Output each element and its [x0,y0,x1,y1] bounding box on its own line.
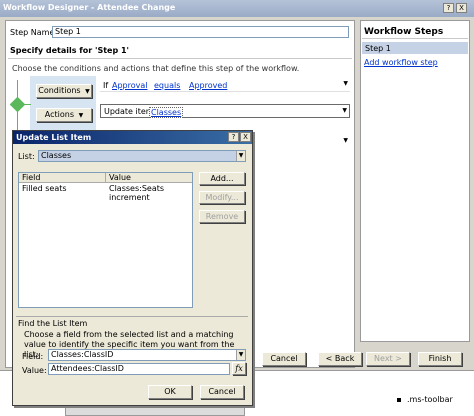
table-header: Field Value [19,173,192,183]
step-name-label: Step Name: [10,28,58,37]
dialog-title-bar[interactable]: Update List Item ? X [13,131,252,144]
conditions-button[interactable]: Conditions ▼ [36,84,92,98]
dialog-cancel-button[interactable]: Cancel [200,385,244,399]
table-row[interactable]: Filled seats Classes:Seats increment [19,184,192,202]
details-heading: Specify details for 'Step 1' [10,46,129,55]
dialog-list-select-value: Classes [41,151,72,160]
condition-menu-arrow-icon[interactable]: ▼ [343,80,348,87]
table-cell-value: Classes:Seats increment [109,184,165,202]
workflow-step-current[interactable]: Step 1 [362,42,468,54]
table-header-value: Value [109,173,131,182]
fx-formula-button[interactable]: fx [232,362,246,375]
condition-operator-link[interactable]: equals [154,81,180,90]
workflow-steps-divider [362,38,468,39]
cancel-button[interactable]: Cancel [262,352,306,366]
table-header-divider [105,173,106,183]
dialog-help-button[interactable]: ? [228,132,239,142]
field-select[interactable]: Classes:ClassID ▼ [48,349,246,361]
actions-button[interactable]: Actions ▼ [36,108,92,122]
finish-button[interactable]: Finish [418,352,462,366]
value-label: Value: [22,366,47,375]
chevron-down-icon: ▼ [85,88,90,95]
action-menu-arrow-icon[interactable]: ▼ [342,107,347,114]
window-title-bar[interactable]: Workflow Designer - Attendee Change ? X [0,0,474,17]
workflow-steps-panel [360,20,470,342]
css-rule-text: .ms-toolbar [407,395,453,404]
modify-button[interactable]: Modify... [199,191,245,204]
action-list-link[interactable]: Classes [149,107,184,118]
window-title: Workflow Designer - Attendee Change [3,3,176,12]
step-name-input[interactable]: Step 1 [52,26,349,38]
action-row[interactable]: Update item in Classes ▼ [100,104,350,118]
field-select-value: Classes:ClassID [51,350,114,359]
value-input[interactable]: Attendees:ClassID [48,363,230,375]
add-workflow-step-link[interactable]: Add workflow step [364,58,438,67]
dialog-list-select[interactable]: Classes ▼ [38,150,246,162]
condition-field-link[interactable]: Approval [112,81,148,90]
chevron-down-icon[interactable]: ▼ [236,151,245,161]
dialog-list-label: List: [18,152,35,161]
back-button[interactable]: < Back [318,352,362,366]
second-action-arrow-icon[interactable]: ▼ [343,137,348,144]
dialog-title: Update List Item [16,133,92,142]
details-divider [8,58,352,59]
field-label: Field: [22,352,44,361]
actions-button-label: Actions [44,110,75,119]
help-title-button[interactable]: ? [443,3,454,13]
chevron-down-icon: ▼ [78,112,84,119]
second-action-row[interactable]: ▼ [250,136,350,148]
css-rule-bullet [397,398,401,402]
condition-value-link[interactable]: Approved [189,81,227,90]
fx-icon: fx [235,364,243,373]
workflow-steps-title: Workflow Steps [364,27,444,37]
condition-connector-h [23,104,31,105]
details-instructions: Choose the conditions and actions that d… [12,64,300,73]
dialog-ok-button[interactable]: OK [148,385,192,399]
condition-prefix: If [103,81,109,90]
workflow-step-current-label: Step 1 [365,44,391,53]
conditions-button-label: Conditions [38,86,81,95]
close-title-button[interactable]: X [456,3,467,13]
condition-row[interactable]: If Approval equals Approved ▼ [100,78,350,92]
find-item-divider [16,316,248,317]
chevron-down-icon[interactable]: ▼ [236,350,245,360]
table-cell-field: Filled seats [22,184,67,193]
add-button[interactable]: Add... [199,172,245,185]
next-button[interactable]: Next > [366,352,410,366]
dialog-close-button[interactable]: X [240,132,251,142]
table-header-field: Field [22,173,41,182]
find-item-heading: Find the List Item [18,319,88,328]
remove-button[interactable]: Remove [199,210,245,223]
